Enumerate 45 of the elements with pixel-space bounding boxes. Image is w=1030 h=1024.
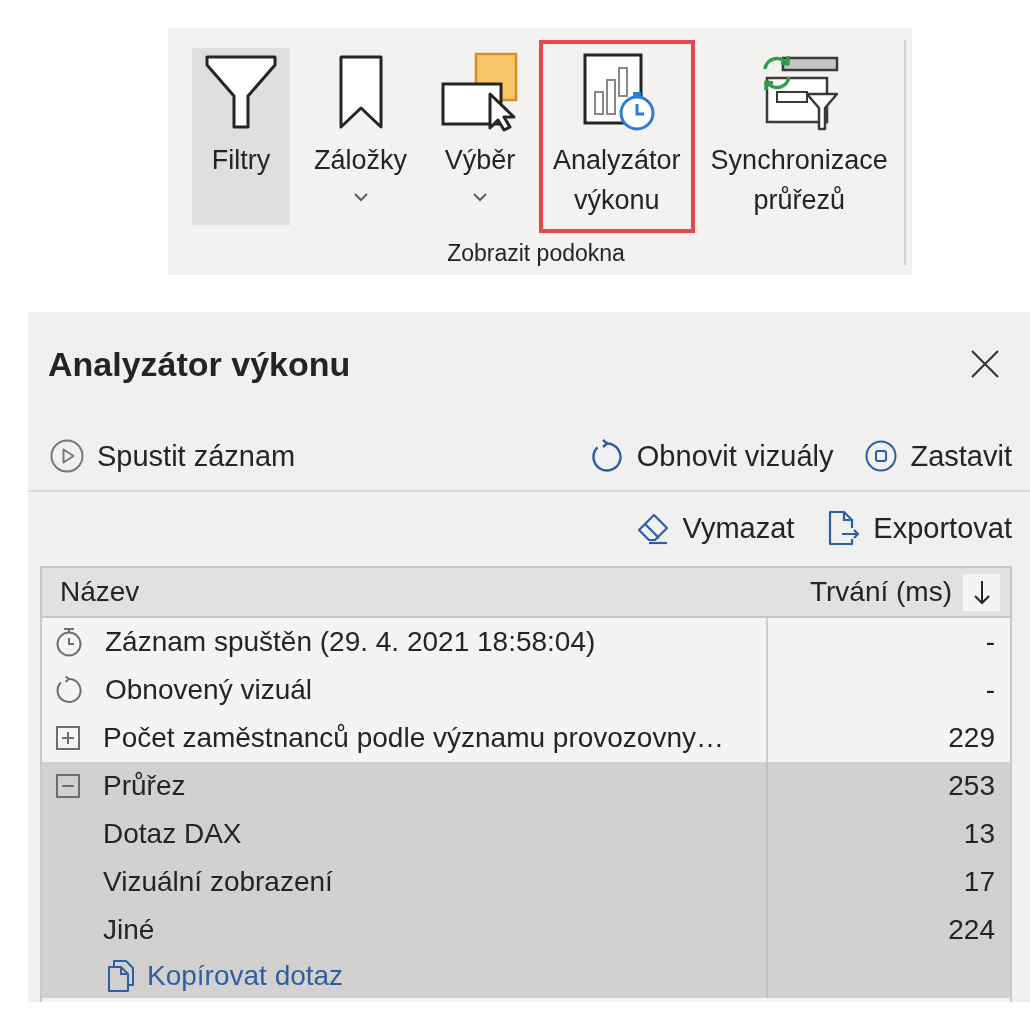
event-name: Průřez: [103, 769, 186, 803]
duration-value: 224: [948, 913, 995, 947]
refresh-icon: [55, 676, 83, 704]
eraser-icon: [635, 511, 670, 545]
event-name: Počet zaměstnanců podle významu provozovny…: [103, 721, 724, 755]
stopwatch-icon: [55, 627, 83, 657]
selection-button[interactable]: Výběr: [431, 48, 530, 225]
sync-slicers-button[interactable]: Synchronizace průřezů: [704, 48, 894, 225]
duration-value: -: [985, 625, 995, 659]
table-row[interactable]: Dotaz DAX 13: [42, 810, 1010, 858]
export-icon: [826, 510, 861, 546]
collapse-icon[interactable]: [55, 773, 81, 799]
export-button[interactable]: Exportovat: [826, 510, 1012, 546]
close-button[interactable]: [970, 349, 1000, 379]
clear-button[interactable]: Vymazat: [635, 510, 795, 546]
refresh-icon: [589, 439, 624, 473]
event-name: Záznam spuštěn (29. 4. 2021 18:58:04): [105, 625, 596, 659]
play-icon: [50, 439, 84, 473]
sort-button[interactable]: [963, 573, 1000, 611]
copy-icon: [107, 959, 137, 993]
event-name: Dotaz DAX: [103, 817, 242, 851]
event-name: Jiné: [103, 913, 155, 947]
panel-title: Analyzátor výkonu: [48, 344, 351, 385]
duration-value: 253: [948, 769, 995, 803]
table-row[interactable]: Průřez 253: [42, 762, 1010, 810]
duration-value: 229: [948, 721, 995, 755]
refresh-visuals-button[interactable]: Obnovit vizuály: [589, 438, 834, 474]
copy-query-link[interactable]: Kopírovat dotaz: [107, 959, 344, 993]
bookmarks-button[interactable]: Záložky: [308, 48, 414, 225]
stop-button[interactable]: Zastavit: [865, 438, 1012, 474]
close-icon: [970, 349, 1000, 379]
table-row[interactable]: Vizuální zobrazení 17: [42, 858, 1010, 906]
stop-icon: [865, 440, 898, 472]
duration-value: 13: [963, 817, 995, 851]
filters-button[interactable]: Filtry: [192, 48, 290, 225]
table-row[interactable]: Jiné 224: [42, 906, 1010, 954]
group-label: Zobrazit podokna: [447, 241, 625, 265]
duration-value: -: [985, 673, 995, 707]
duration-value: 17: [963, 865, 995, 899]
column-header: Název: [60, 575, 140, 609]
column-header: Trvání (ms): [809, 575, 952, 609]
expand-icon[interactable]: [55, 725, 81, 751]
performance-analyzer-button[interactable]: Analyzátor výkonu: [547, 48, 687, 225]
event-name: Obnovený vizuál: [105, 673, 312, 707]
event-name: Vizuální zobrazení: [103, 865, 333, 899]
